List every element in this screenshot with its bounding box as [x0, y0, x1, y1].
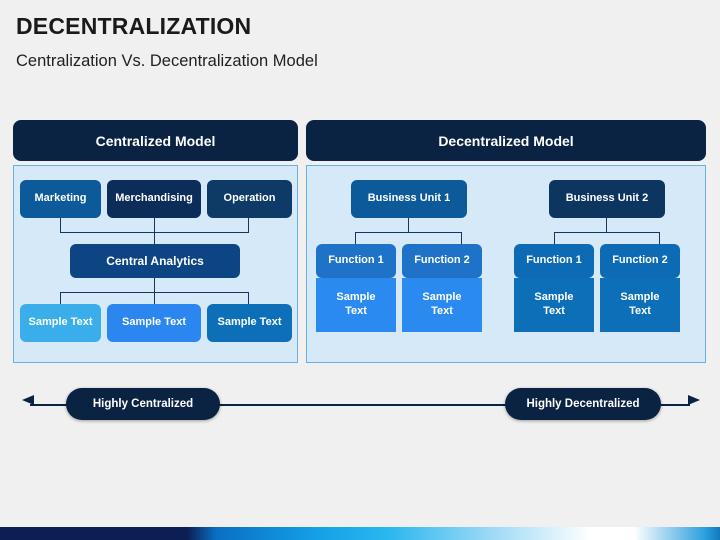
connector-bu1-stem — [408, 218, 409, 232]
node-merchandising-label: Merchandising — [115, 192, 193, 205]
connector-bu2-fn1-stub — [554, 232, 555, 244]
node-business-unit-2[interactable]: Business Unit 2 — [549, 180, 665, 218]
node-central-analytics-label: Central Analytics — [106, 253, 204, 268]
node-operation-label: Operation — [223, 192, 276, 205]
node-sample-text-c1[interactable]: Sample Text — [20, 304, 101, 342]
connector-sample2-stub — [154, 292, 155, 304]
connector-bu2-stem — [606, 218, 607, 232]
highly-decentralized-label: Highly Decentralized — [526, 398, 640, 410]
connector-operation-stub — [248, 218, 249, 232]
centralized-model-column: Centralized Model Marketing Merchandisin… — [13, 120, 298, 363]
decentralized-model-header: Decentralized Model — [306, 120, 706, 161]
node-sample-text-c2[interactable]: Sample Text — [107, 304, 201, 342]
node-bu1-sample-text-2-line1: Sample — [422, 291, 462, 304]
connector-bu2-fn2-stub — [659, 232, 660, 244]
decentralized-model-column: Decentralized Model Business Unit 1 Func… — [306, 120, 706, 363]
connector-sample1-stub — [60, 292, 61, 304]
highly-centralized-pill[interactable]: Highly Centralized — [66, 388, 220, 420]
connector-bu1-fn1-stub — [355, 232, 356, 244]
node-central-analytics[interactable]: Central Analytics — [70, 244, 240, 278]
node-bu2-function-2[interactable]: Function 2 — [600, 244, 680, 278]
arrow-left-icon — [22, 395, 34, 405]
node-bu1-sample-text-1[interactable]: Sample Text — [316, 278, 396, 332]
node-bu1-function-2-label: Function 2 — [414, 254, 470, 267]
node-bu2-sample-text-2[interactable]: Sample Text — [600, 278, 680, 332]
node-bu1-sample-text-2-line2: Text — [431, 305, 453, 317]
page-subtitle: Centralization Vs. Decentralization Mode… — [16, 52, 318, 71]
node-business-unit-1-label: Business Unit 1 — [367, 192, 451, 205]
node-bu2-sample-text-1-line1: Sample — [534, 291, 574, 304]
node-bu2-function-1[interactable]: Function 1 — [514, 244, 594, 278]
connector-marketing-stub — [60, 218, 61, 232]
connector-merchandising-stub — [154, 218, 155, 232]
connector-sample3-stub — [248, 292, 249, 304]
node-operation[interactable]: Operation — [207, 180, 292, 218]
footer-gradient-strip — [0, 527, 720, 540]
node-sample-text-c2-label: Sample Text — [122, 316, 186, 329]
centralized-model-header: Centralized Model — [13, 120, 298, 161]
centralized-model-panel: Marketing Merchandising Operation Centra… — [13, 165, 298, 363]
connector-bu2-busbar — [554, 232, 660, 233]
node-bu2-sample-text-1[interactable]: Sample Text — [514, 278, 594, 332]
node-bu2-sample-text-2-line1: Sample — [620, 291, 660, 304]
node-bu1-sample-text-1-line1: Sample — [336, 291, 376, 304]
connector-bu1-busbar — [355, 232, 462, 233]
connector-busbar-to-hub — [154, 232, 155, 244]
node-merchandising[interactable]: Merchandising — [107, 180, 201, 218]
node-business-unit-1[interactable]: Business Unit 1 — [351, 180, 467, 218]
connector-hub-to-busbar — [154, 278, 155, 292]
node-bu2-function-2-label: Function 2 — [612, 254, 668, 267]
page-title: DECENTRALIZATION — [16, 13, 252, 39]
node-bu1-function-1-label: Function 1 — [328, 254, 384, 267]
node-sample-text-c3-label: Sample Text — [217, 316, 282, 329]
node-marketing-label: Marketing — [34, 192, 87, 205]
node-bu1-sample-text-1-line2: Text — [345, 305, 367, 317]
node-bu2-function-1-label: Function 1 — [526, 254, 582, 267]
highly-decentralized-pill[interactable]: Highly Decentralized — [505, 388, 661, 420]
node-sample-text-c1-label: Sample Text — [28, 316, 93, 329]
decentralized-model-panel: Business Unit 1 Function 1 Function 2 Sa… — [306, 165, 706, 363]
node-bu2-sample-text-1-line2: Text — [543, 305, 565, 317]
node-bu2-sample-text-2-line2: Text — [629, 305, 651, 317]
node-business-unit-2-label: Business Unit 2 — [565, 192, 649, 205]
highly-centralized-label: Highly Centralized — [92, 398, 194, 410]
node-marketing[interactable]: Marketing — [20, 180, 101, 218]
centralization-spectrum-axis: Highly Centralized Highly Decentralized — [0, 388, 720, 422]
node-bu1-function-2[interactable]: Function 2 — [402, 244, 482, 278]
node-bu1-function-1[interactable]: Function 1 — [316, 244, 396, 278]
arrow-right-icon — [688, 395, 700, 405]
node-sample-text-c3[interactable]: Sample Text — [207, 304, 292, 342]
page-header: DECENTRALIZATION Centralization Vs. Dece… — [16, 13, 706, 71]
node-bu1-sample-text-2[interactable]: Sample Text — [402, 278, 482, 332]
connector-bu1-fn2-stub — [461, 232, 462, 244]
